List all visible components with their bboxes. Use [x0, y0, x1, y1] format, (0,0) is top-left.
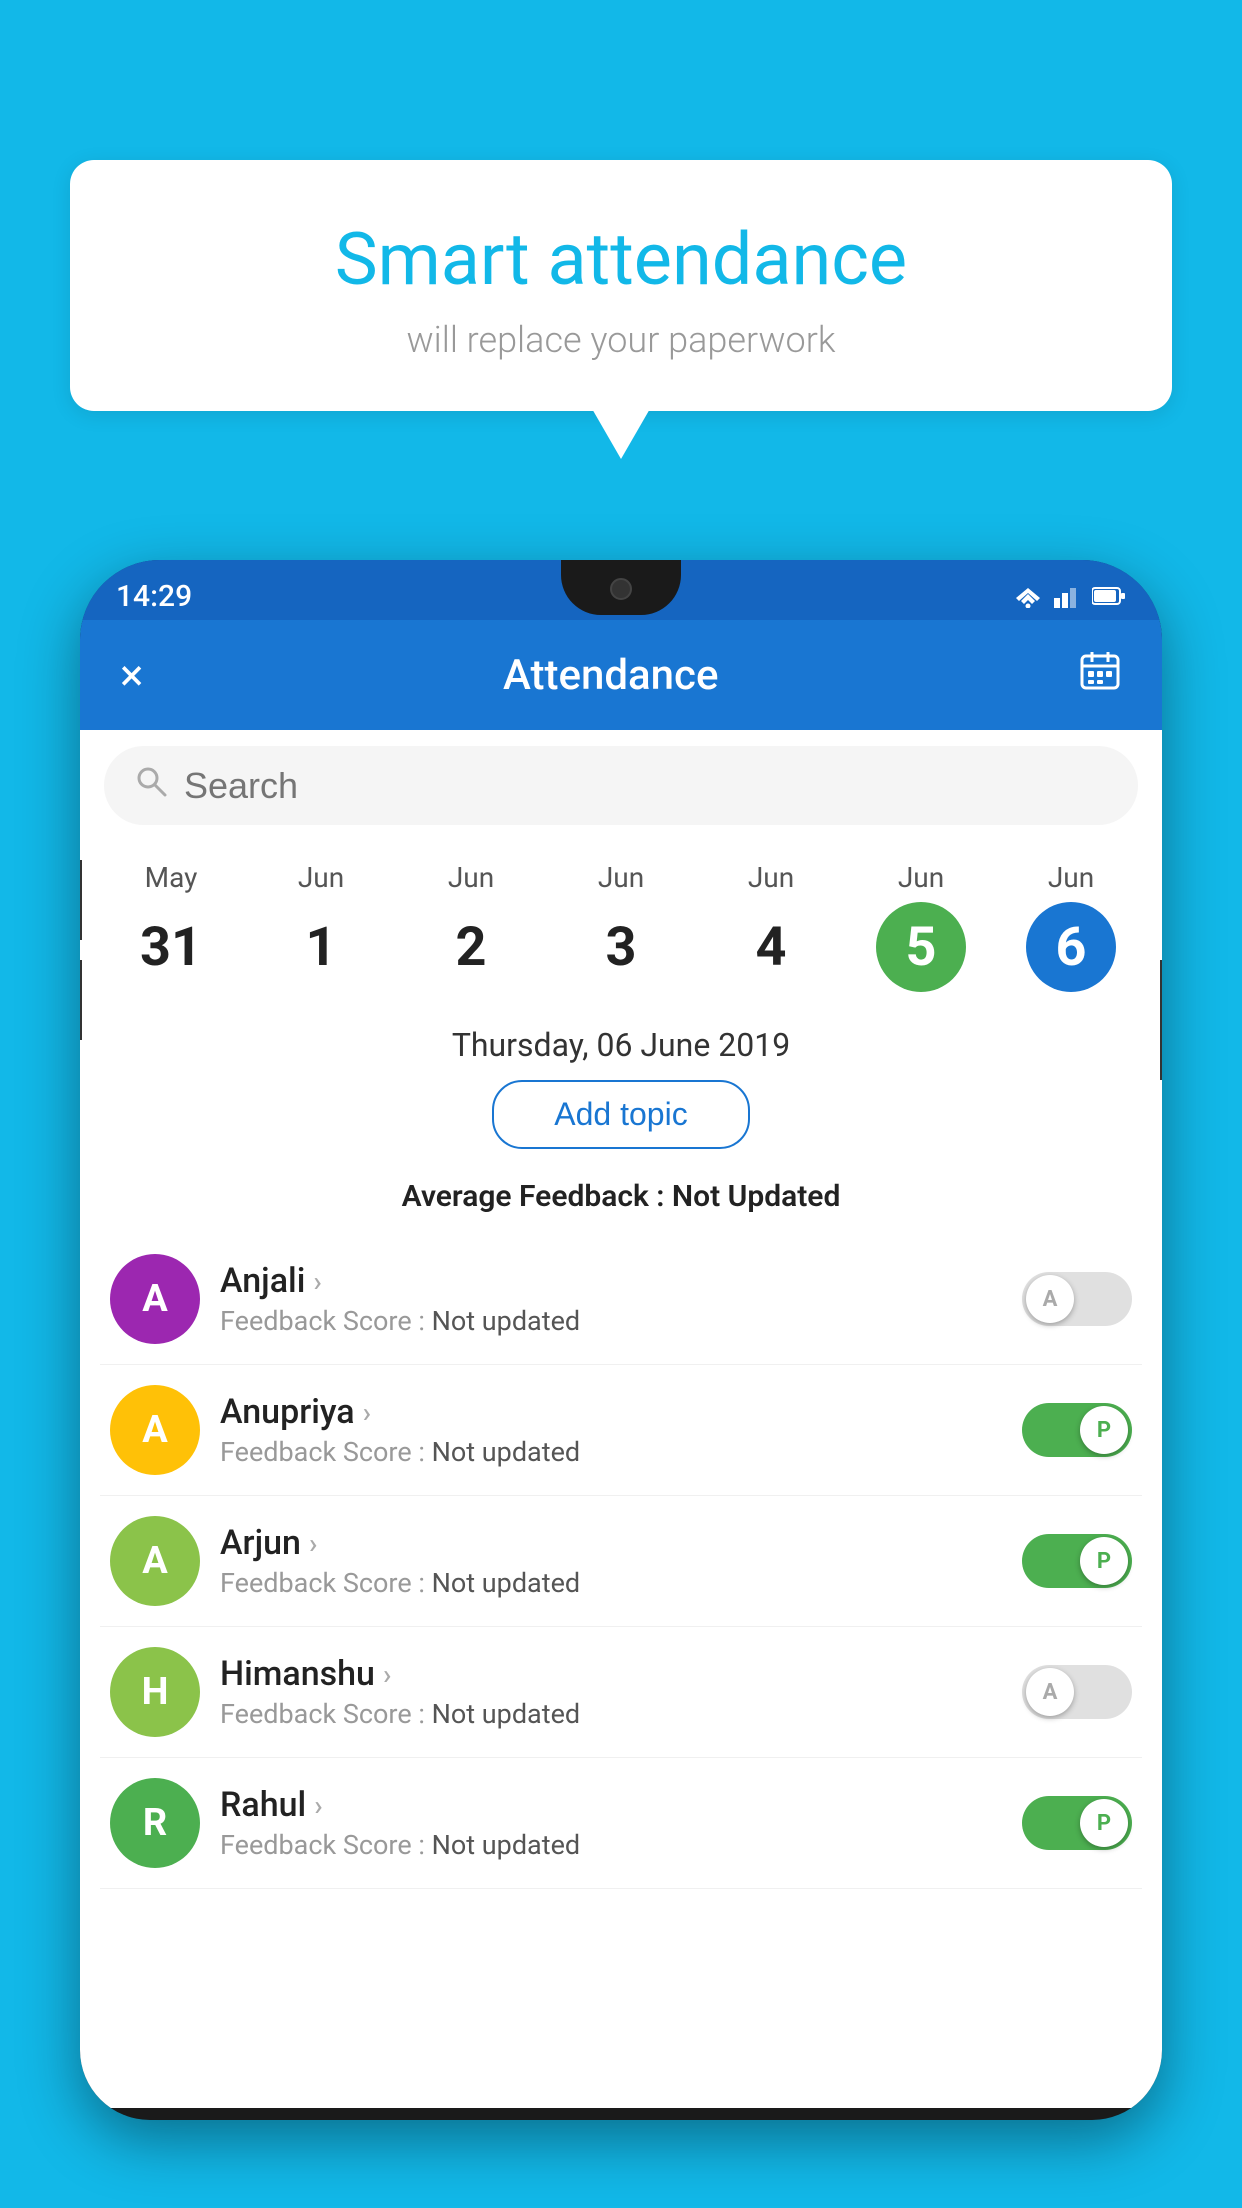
toggle-knob: P — [1080, 1537, 1128, 1585]
chevron-icon: › — [314, 1789, 322, 1822]
speech-bubble-container: Smart attendance will replace your paper… — [70, 160, 1172, 411]
student-list: AAnjali ›Feedback Score : Not updatedAAA… — [80, 1234, 1162, 1889]
cal-month-label: Jun — [598, 861, 644, 894]
close-button[interactable]: × — [110, 639, 153, 711]
toggle-knob: P — [1080, 1799, 1128, 1847]
attendance-toggle[interactable]: P — [1022, 1403, 1132, 1457]
phone-mockup: 14:29 — [80, 560, 1162, 2208]
calendar-strip: May 31 Jun 1 Jun 2 Jun 3 Jun 4 Jun 5 Jun 6 — [80, 841, 1162, 1002]
chevron-icon: › — [309, 1527, 317, 1560]
student-feedback: Feedback Score : Not updated — [220, 1829, 1002, 1861]
student-info: Anjali › Feedback Score : Not updated — [220, 1261, 1002, 1337]
search-input[interactable] — [184, 765, 1108, 807]
calendar-day[interactable]: Jun 3 — [576, 861, 666, 992]
app-bar: × Attendance — [80, 620, 1162, 730]
student-avatar: H — [110, 1647, 200, 1737]
phone-notch — [561, 560, 681, 615]
power-button — [1160, 960, 1162, 1080]
attendance-toggle[interactable]: P — [1022, 1534, 1132, 1588]
student-avatar: R — [110, 1778, 200, 1868]
phone-top: 14:29 — [80, 560, 1162, 620]
toggle-knob: A — [1026, 1275, 1074, 1323]
bubble-title: Smart attendance — [110, 220, 1132, 299]
speech-bubble: Smart attendance will replace your paper… — [70, 160, 1172, 411]
attendance-toggle[interactable]: A — [1022, 1272, 1132, 1326]
student-info: Himanshu › Feedback Score : Not updated — [220, 1654, 1002, 1730]
cal-month-label: May — [145, 861, 198, 894]
avg-feedback: Average Feedback : Not Updated — [80, 1169, 1162, 1234]
student-info: Anupriya › Feedback Score : Not updated — [220, 1392, 1002, 1468]
search-icon — [134, 764, 168, 807]
battery-icon — [1092, 586, 1126, 606]
cal-date-number: 6 — [1026, 902, 1116, 992]
student-name: Arjun › — [220, 1523, 1002, 1563]
status-icons — [1012, 584, 1126, 608]
student-info: Rahul › Feedback Score : Not updated — [220, 1785, 1002, 1861]
status-time: 14:29 — [116, 579, 192, 614]
calendar-day[interactable]: Jun 5 — [876, 861, 966, 992]
student-name: Anjali › — [220, 1261, 1002, 1301]
front-camera — [610, 578, 632, 600]
attendance-toggle-wrap: P — [1022, 1796, 1132, 1850]
toggle-knob: P — [1080, 1406, 1128, 1454]
cal-month-label: Jun — [448, 861, 494, 894]
search-bar[interactable] — [104, 746, 1138, 825]
selected-date: Thursday, 06 June 2019 — [80, 1002, 1162, 1080]
cal-date-number: 3 — [576, 902, 666, 992]
student-avatar: A — [110, 1516, 200, 1606]
bubble-subtitle: will replace your paperwork — [110, 319, 1132, 361]
calendar-button[interactable] — [1068, 638, 1132, 713]
student-info: Arjun › Feedback Score : Not updated — [220, 1523, 1002, 1599]
attendance-toggle-wrap: P — [1022, 1403, 1132, 1457]
student-feedback: Feedback Score : Not updated — [220, 1567, 1002, 1599]
cal-month-label: Jun — [1048, 861, 1094, 894]
chevron-icon: › — [313, 1265, 321, 1298]
cal-date-number: 2 — [426, 902, 516, 992]
add-topic-button[interactable]: Add topic — [492, 1080, 749, 1149]
attendance-toggle[interactable]: P — [1022, 1796, 1132, 1850]
attendance-toggle-wrap: A — [1022, 1665, 1132, 1719]
student-name: Rahul › — [220, 1785, 1002, 1825]
calendar-day[interactable]: Jun 6 — [1026, 861, 1116, 992]
app-title: Attendance — [503, 651, 718, 700]
volume-up-button — [80, 860, 82, 940]
cal-date-number: 31 — [126, 902, 216, 992]
student-item[interactable]: A Anjali › Feedback Score : Not updated A — [100, 1234, 1142, 1365]
chevron-icon: › — [383, 1658, 391, 1691]
attendance-toggle-wrap: A — [1022, 1272, 1132, 1326]
phone-body: 14:29 — [80, 560, 1162, 2120]
cal-month-label: Jun — [898, 861, 944, 894]
student-feedback: Feedback Score : Not updated — [220, 1698, 1002, 1730]
calendar-day[interactable]: May 31 — [126, 861, 216, 992]
cal-date-number: 4 — [726, 902, 816, 992]
volume-down-button — [80, 960, 82, 1040]
student-avatar: A — [110, 1385, 200, 1475]
student-name: Himanshu › — [220, 1654, 1002, 1694]
cal-month-label: Jun — [748, 861, 794, 894]
cal-month-label: Jun — [298, 861, 344, 894]
student-feedback: Feedback Score : Not updated — [220, 1436, 1002, 1468]
student-item[interactable]: H Himanshu › Feedback Score : Not updated A — [100, 1627, 1142, 1758]
student-feedback: Feedback Score : Not updated — [220, 1305, 1002, 1337]
student-item[interactable]: A Arjun › Feedback Score : Not updated P — [100, 1496, 1142, 1627]
calendar-day[interactable]: Jun 2 — [426, 861, 516, 992]
signal-icon — [1054, 584, 1082, 608]
cal-date-number: 1 — [276, 902, 366, 992]
student-avatar: A — [110, 1254, 200, 1344]
toggle-knob: A — [1026, 1668, 1074, 1716]
student-item[interactable]: R Rahul › Feedback Score : Not updated P — [100, 1758, 1142, 1889]
student-name: Anupriya › — [220, 1392, 1002, 1432]
student-item[interactable]: A Anupriya › Feedback Score : Not updated P — [100, 1365, 1142, 1496]
chevron-icon: › — [363, 1396, 371, 1429]
calendar-day[interactable]: Jun 1 — [276, 861, 366, 992]
calendar-day[interactable]: Jun 4 — [726, 861, 816, 992]
attendance-toggle[interactable]: A — [1022, 1665, 1132, 1719]
screen-content: May 31 Jun 1 Jun 2 Jun 3 Jun 4 Jun 5 Jun 6 Thursday, … — [80, 730, 1162, 2108]
cal-date-number: 5 — [876, 902, 966, 992]
wifi-icon — [1012, 584, 1044, 608]
attendance-toggle-wrap: P — [1022, 1534, 1132, 1588]
